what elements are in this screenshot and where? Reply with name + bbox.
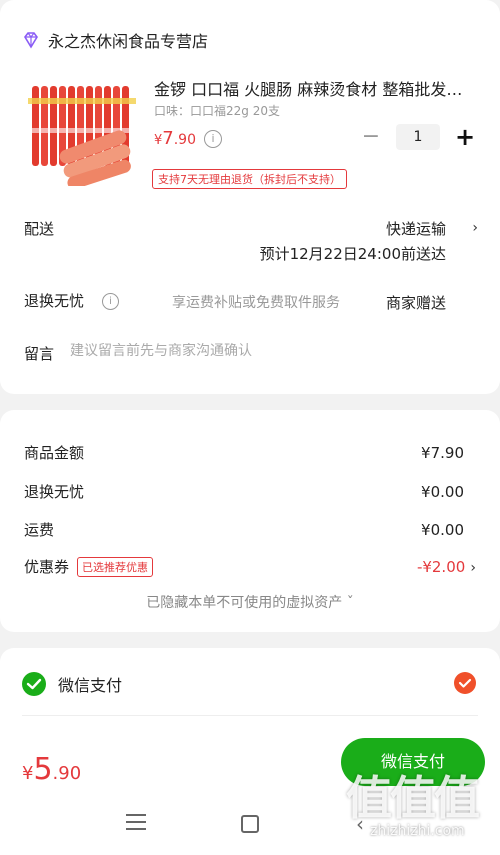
summary-value: ¥7.90 — [421, 443, 464, 462]
watermark-url: zhizhizhi.com — [370, 823, 465, 839]
product-spec[interactable]: 口味：口口福22g 20支 — [154, 102, 280, 119]
product-title[interactable]: 金锣 口口福 火腿肠 麻辣烫食材 整箱批发… — [154, 76, 479, 100]
returns-label: 退换无忧 — [24, 292, 85, 310]
delivery-label: 配送 — [24, 220, 55, 238]
coupon-value-group: -¥2.00 › — [417, 557, 476, 576]
order-item-card: 永之杰休闲食品专营店 金锣 口口福 火腿肠 麻辣烫食材 整箱批发… 口味：口口福… — [0, 0, 500, 394]
product-image — [28, 78, 136, 186]
price-decimal: .90 — [173, 132, 196, 148]
increase-button[interactable]: + — [452, 124, 478, 150]
payment-method-label: 微信支付 — [58, 676, 123, 695]
decrease-button[interactable]: − — [358, 124, 384, 150]
watermark-logo: 值值值 — [346, 771, 480, 825]
note-label: 留言 — [24, 345, 55, 363]
product-thumbnail[interactable] — [28, 78, 136, 186]
store-diamond-icon — [24, 32, 38, 49]
order-total: ¥ 5 .90 — [22, 752, 81, 787]
delivery-eta[interactable]: 预计12月22日24:00前送达 — [260, 243, 446, 264]
quantity-stepper: − 1 + — [358, 124, 478, 150]
store-name: 永之杰休闲食品专营店 — [48, 32, 209, 51]
note-input[interactable] — [70, 343, 470, 359]
total-decimal: .90 — [52, 763, 82, 784]
summary-row-coupon[interactable]: 优惠券 已选推荐优惠 -¥2.00 › — [24, 556, 476, 577]
delivery-method[interactable]: 快递运输 — [386, 218, 446, 239]
summary-label: 退换无忧 — [24, 483, 85, 501]
chevron-right-icon[interactable]: › — [470, 560, 476, 576]
price-currency: ¥ — [154, 133, 163, 148]
returns-service-text: 享运费补贴或免费取件服务 — [172, 295, 340, 311]
total-currency: ¥ — [22, 763, 34, 784]
home-icon[interactable] — [241, 815, 259, 833]
selected-check-icon[interactable] — [454, 672, 476, 694]
return-policy-badge: 支持7天无理由退货（拆封后不支持） — [152, 169, 347, 189]
summary-label: 商品金额 — [24, 444, 85, 462]
returns-info-icon[interactable]: i — [102, 293, 119, 310]
quantity-value[interactable]: 1 — [396, 124, 440, 150]
summary-row-returns: 退换无忧 ¥0.00 — [24, 481, 464, 502]
coupon-label-group: 优惠券 已选推荐优惠 — [24, 556, 154, 577]
total-integer: 5 — [33, 752, 53, 787]
price-info-icon[interactable]: i — [204, 130, 222, 148]
chevron-right-icon[interactable]: › — [472, 220, 478, 236]
summary-row-goods: 商品金额 ¥7.90 — [24, 442, 464, 463]
hidden-assets-toggle[interactable]: 已隐藏本单不可使用的虚拟资产 ˇ — [0, 592, 500, 612]
summary-label: 运费 — [24, 521, 55, 539]
summary-value: ¥0.00 — [421, 520, 464, 539]
returns-gift-text: 商家赠送 — [385, 294, 446, 312]
menu-icon[interactable] — [126, 814, 146, 835]
wechat-pay-icon — [22, 672, 46, 696]
summary-value: ¥0.00 — [421, 482, 464, 501]
coupon-label: 优惠券 — [24, 558, 70, 576]
divider — [22, 715, 478, 716]
product-price: ¥ 7 .90 i — [154, 128, 222, 150]
price-integer: 7 — [162, 128, 174, 149]
coupon-tag: 已选推荐优惠 — [77, 556, 154, 577]
payment-method-row[interactable]: 微信支付 — [22, 672, 122, 696]
summary-row-shipping: 运费 ¥0.00 — [24, 519, 464, 540]
coupon-value: -¥2.00 — [416, 558, 466, 576]
store-header[interactable]: 永之杰休闲食品专营店 — [22, 28, 208, 52]
